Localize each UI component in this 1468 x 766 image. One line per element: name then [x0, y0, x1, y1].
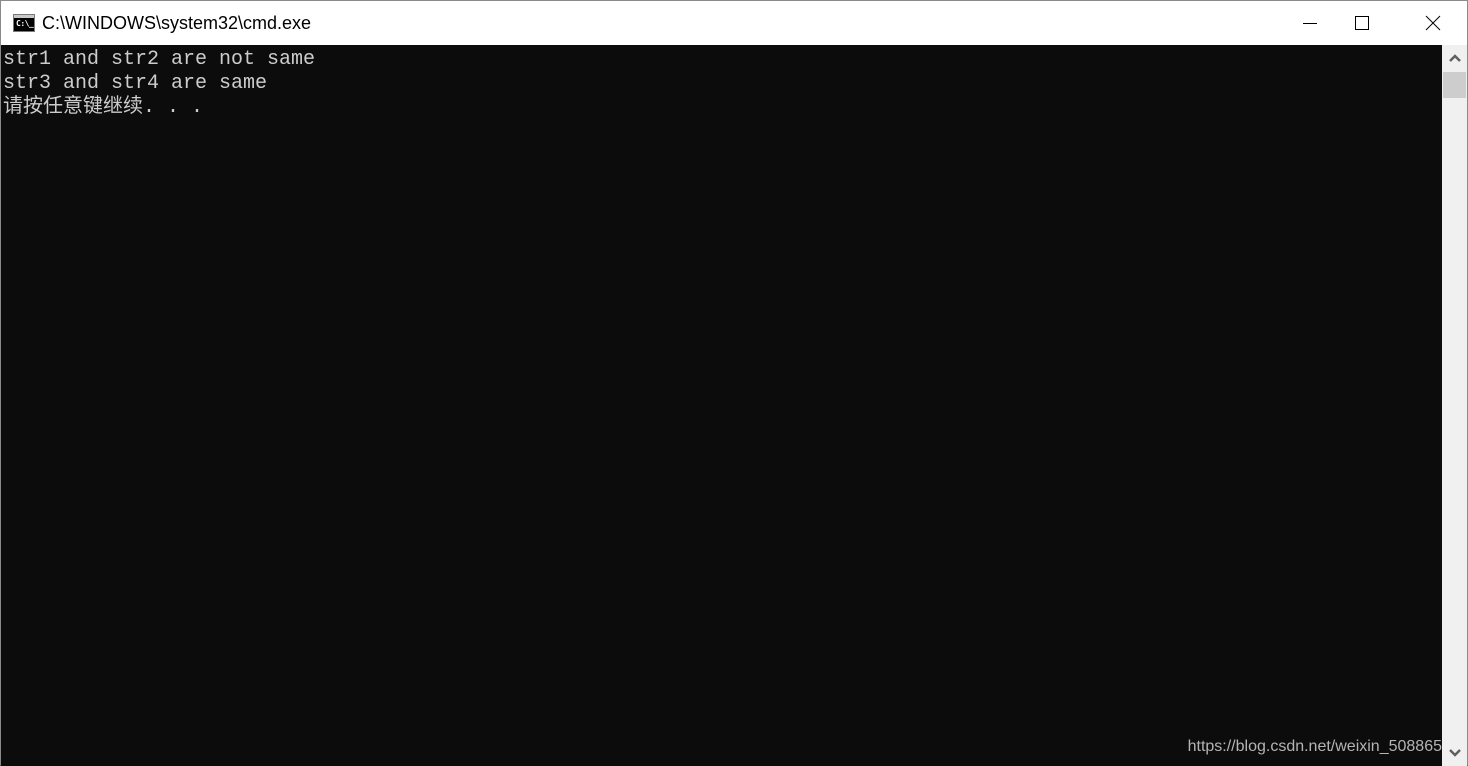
console-output[interactable]: str1 and str2 are not same str3 and str4…: [1, 45, 1442, 766]
cmd-icon-text: C:\_: [16, 19, 34, 28]
vertical-scrollbar[interactable]: [1442, 45, 1467, 766]
cmd-icon[interactable]: C:\_: [13, 14, 35, 32]
scroll-down-button[interactable]: [1442, 740, 1467, 766]
console-line: str1 and str2 are not same: [3, 48, 316, 71]
scrollbar-thumb[interactable]: [1443, 72, 1466, 98]
window-title: C:\WINDOWS\system32\cmd.exe: [42, 13, 312, 33]
maximize-icon: [1355, 16, 1369, 30]
chevron-up-icon: [1448, 54, 1461, 62]
cmd-window: C:\_ C:\WINDOWS\system32\cmd.exe str1 an…: [0, 0, 1468, 766]
watermark: https://blog.csdn.net/weixin_508865: [1187, 738, 1442, 755]
minimize-button[interactable]: [1287, 1, 1333, 45]
chevron-down-icon: [1448, 749, 1461, 757]
scroll-up-button[interactable]: [1442, 45, 1467, 71]
maximize-button[interactable]: [1339, 1, 1385, 45]
close-icon: [1425, 15, 1441, 31]
minimize-icon: [1303, 23, 1317, 24]
console-line: str3 and str4 are same: [3, 72, 268, 95]
title-bar[interactable]: C:\_ C:\WINDOWS\system32\cmd.exe: [1, 1, 1467, 45]
console-line: 请按任意键继续. . .: [3, 96, 204, 119]
cmd-icon-bar: [14, 15, 34, 18]
close-button[interactable]: [1410, 1, 1456, 45]
